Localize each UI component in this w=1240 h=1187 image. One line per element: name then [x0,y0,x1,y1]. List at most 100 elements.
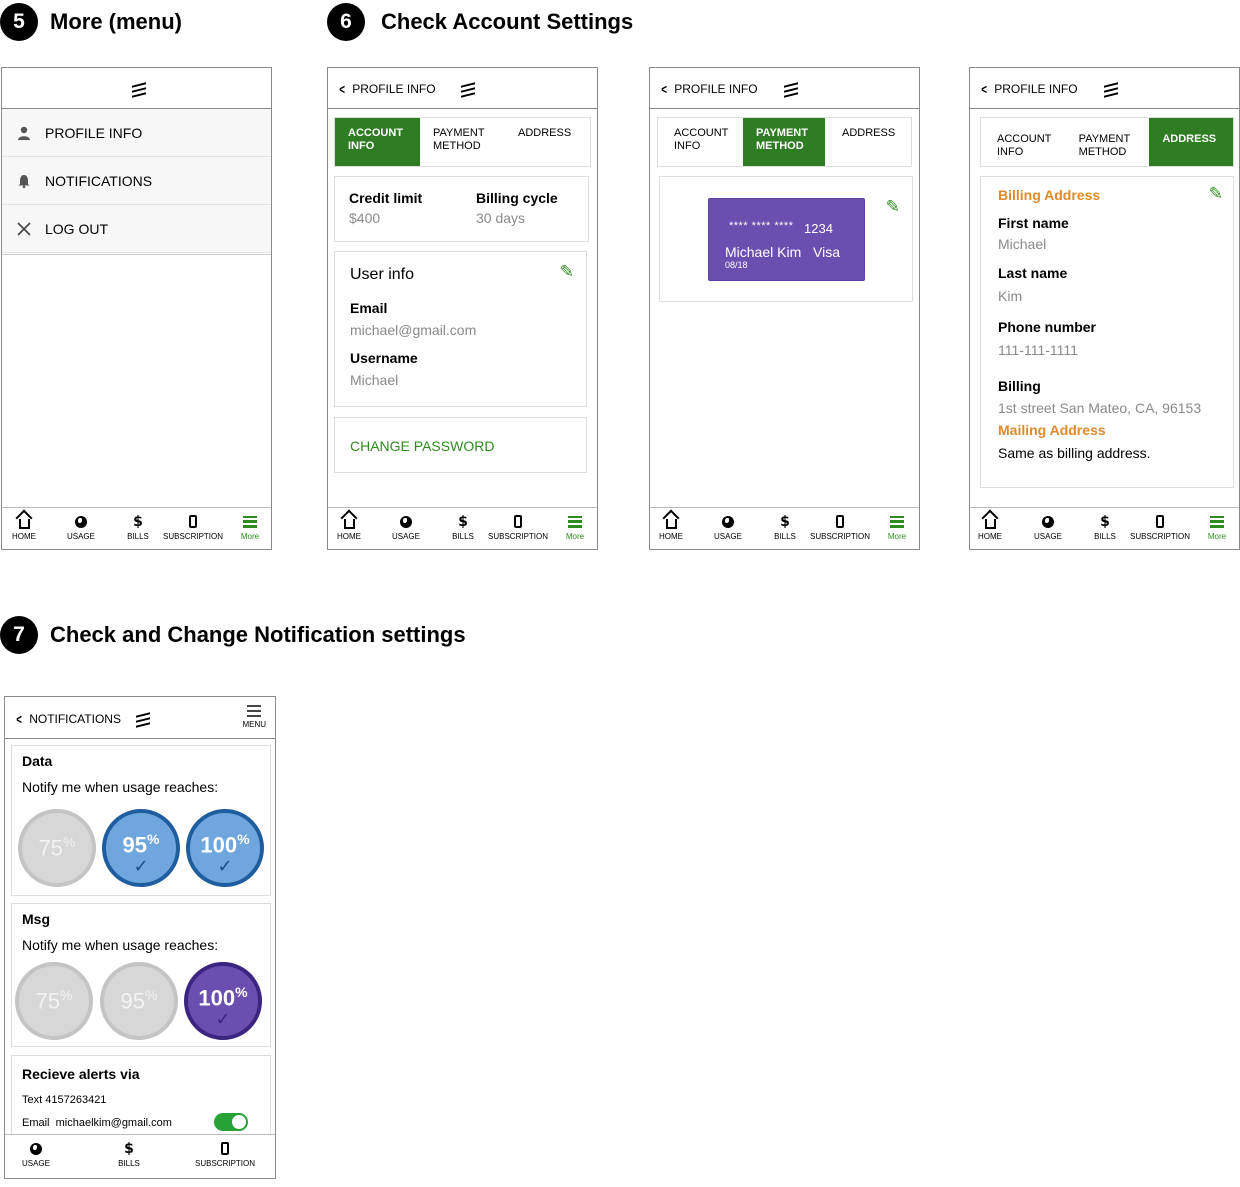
tab-home[interactable]: HOME [2,513,54,541]
mailing-address-title: Mailing Address [998,422,1106,438]
email-value: michaelkim@gmail.com [55,1117,172,1129]
edit-pencil-icon[interactable]: ✎ [1209,184,1223,204]
percent-sign: % [145,987,158,1004]
card-last4: 1234 [804,221,833,236]
menu-item-log-out[interactable]: LOG OUT [2,205,271,253]
menu-label: MENU [242,720,266,729]
menu-item-label: NOTIFICATIONS [45,172,153,189]
tab-bills[interactable]: $ BILLS [755,513,815,542]
tab-more[interactable]: More [545,513,597,541]
app-header: < PROFILE INFO [328,68,597,109]
email-alert-toggle[interactable] [214,1113,248,1131]
tab-usage[interactable]: USAGE [6,1140,66,1168]
tab-account-info[interactable]: ACCOUNT INFO [981,118,1068,166]
email-label: Email [22,1117,50,1129]
tab-bills[interactable]: $ BILLS [433,513,493,542]
tab-usage[interactable]: USAGE [51,513,111,541]
tab-subscription[interactable]: SUBSCRIPTION [1130,513,1190,541]
tab-label: More [1207,532,1227,541]
step-title: Check and Change Notification settings [50,622,466,647]
profile-tabs: ACCOUNT INFO PAYMENT METHOD ADDRESS [334,117,591,167]
home-icon [18,518,30,529]
back-button[interactable]: < NOTIFICATIONS [15,711,121,727]
data-95-button[interactable]: 95% ✓ [102,809,180,887]
tab-usage[interactable]: USAGE [1018,513,1078,541]
phone-icon [221,1142,229,1155]
tab-usage[interactable]: USAGE [376,513,436,541]
tab-address[interactable]: ADDRESS [825,118,911,166]
text-value: 4157263421 [45,1094,107,1106]
tab-label: SUBSCRIPTION [163,532,224,541]
percent-sign: % [63,834,76,851]
percent-sign: % [237,831,250,848]
step-number: 7 [0,616,38,654]
logo-icon[interactable] [132,82,146,98]
logo-icon[interactable] [136,712,150,728]
edit-pencil-icon[interactable]: ✎ [560,262,574,282]
tab-home[interactable]: HOME [650,513,701,541]
data-100-button[interactable]: 100% ✓ [186,809,264,887]
level-value: 95 [122,832,148,858]
edit-pencil-icon[interactable]: ✎ [886,197,900,217]
level-value: 100 [198,985,236,1011]
tab-bills[interactable]: $ BILLS [108,513,168,542]
tab-address[interactable]: ADDRESS [505,118,590,166]
tab-subscription[interactable]: SUBSCRIPTION [195,1140,255,1168]
logo-icon[interactable] [784,82,798,98]
menu-button[interactable]: MENU [242,705,266,729]
globe-icon [722,515,734,528]
menu-item-notifications[interactable]: NOTIFICATIONS [2,157,271,205]
phone-number-value: 111-111-1111 [998,342,1078,358]
dollar-icon: $ [458,513,468,530]
change-password-link[interactable]: CHANGE PASSWORD [350,438,494,454]
alert-email-row: Email michaelkim@gmail.com [22,1117,172,1129]
msg-100-button[interactable]: 100% ✓ [184,962,262,1040]
tab-label: USAGE [713,532,742,541]
tab-more[interactable]: More [220,513,271,541]
step-title: Check Account Settings [381,9,634,34]
credit-card[interactable]: **** **** **** 1234 Michael Kim Visa 08/… [708,198,865,281]
tab-label: BILLS [774,532,796,541]
dollar-icon: $ [133,513,143,530]
tab-subscription[interactable]: SUBSCRIPTION [810,513,870,541]
tab-home[interactable]: HOME [970,513,1020,541]
tab-more[interactable]: More [1187,513,1239,541]
back-button[interactable]: < PROFILE INFO [980,81,1077,97]
tab-subscription[interactable]: SUBSCRIPTION [163,513,223,541]
billing-cycle-value: 30 days [476,210,526,226]
tab-label: SUBSCRIPTION [488,532,549,541]
tab-home[interactable]: HOME [328,513,379,541]
tab-usage[interactable]: USAGE [698,513,758,541]
data-75-button[interactable]: 75% [18,809,96,887]
back-button[interactable]: < PROFILE INFO [338,81,435,97]
tab-label: HOME [659,532,683,541]
app-header [2,68,271,109]
tab-account-info[interactable]: ACCOUNT INFO [335,118,420,166]
home-icon [665,518,677,529]
card-number-mask: **** **** **** [729,220,794,232]
tab-bills[interactable]: $ BILLS [1075,513,1135,542]
phone-icon [1156,515,1164,528]
tab-payment-method[interactable]: PAYMENT METHOD [1068,118,1150,166]
back-button[interactable]: < PROFILE INFO [660,81,757,97]
tab-label: USAGE [21,1159,50,1168]
msg-75-button[interactable]: 75% [15,962,93,1040]
mailing-address-value: Same as billing address. [998,445,1151,461]
tab-more[interactable]: More [867,513,919,541]
tab-subscription[interactable]: SUBSCRIPTION [488,513,548,541]
menu-icon [568,515,582,528]
logo-icon[interactable] [461,82,475,98]
logo-icon[interactable] [1104,82,1118,98]
tab-payment-method[interactable]: PAYMENT METHOD [420,118,505,166]
tab-bills[interactable]: $ BILLS [99,1140,159,1169]
payment-method-screen: < PROFILE INFO ACCOUNT INFO PAYMENT METHO… [649,67,920,550]
credit-limit-label: Credit limit [349,190,423,206]
tab-payment-method[interactable]: PAYMENT METHOD [743,118,825,166]
tab-label: BILLS [127,532,149,541]
msg-95-button[interactable]: 95% [100,962,178,1040]
msg-title: Msg [22,911,50,927]
tab-address[interactable]: ADDRESS [1149,118,1234,166]
step-number: 6 [327,3,365,41]
menu-item-profile-info[interactable]: PROFILE INFO [2,109,271,157]
tab-account-info[interactable]: ACCOUNT INFO [658,118,743,166]
